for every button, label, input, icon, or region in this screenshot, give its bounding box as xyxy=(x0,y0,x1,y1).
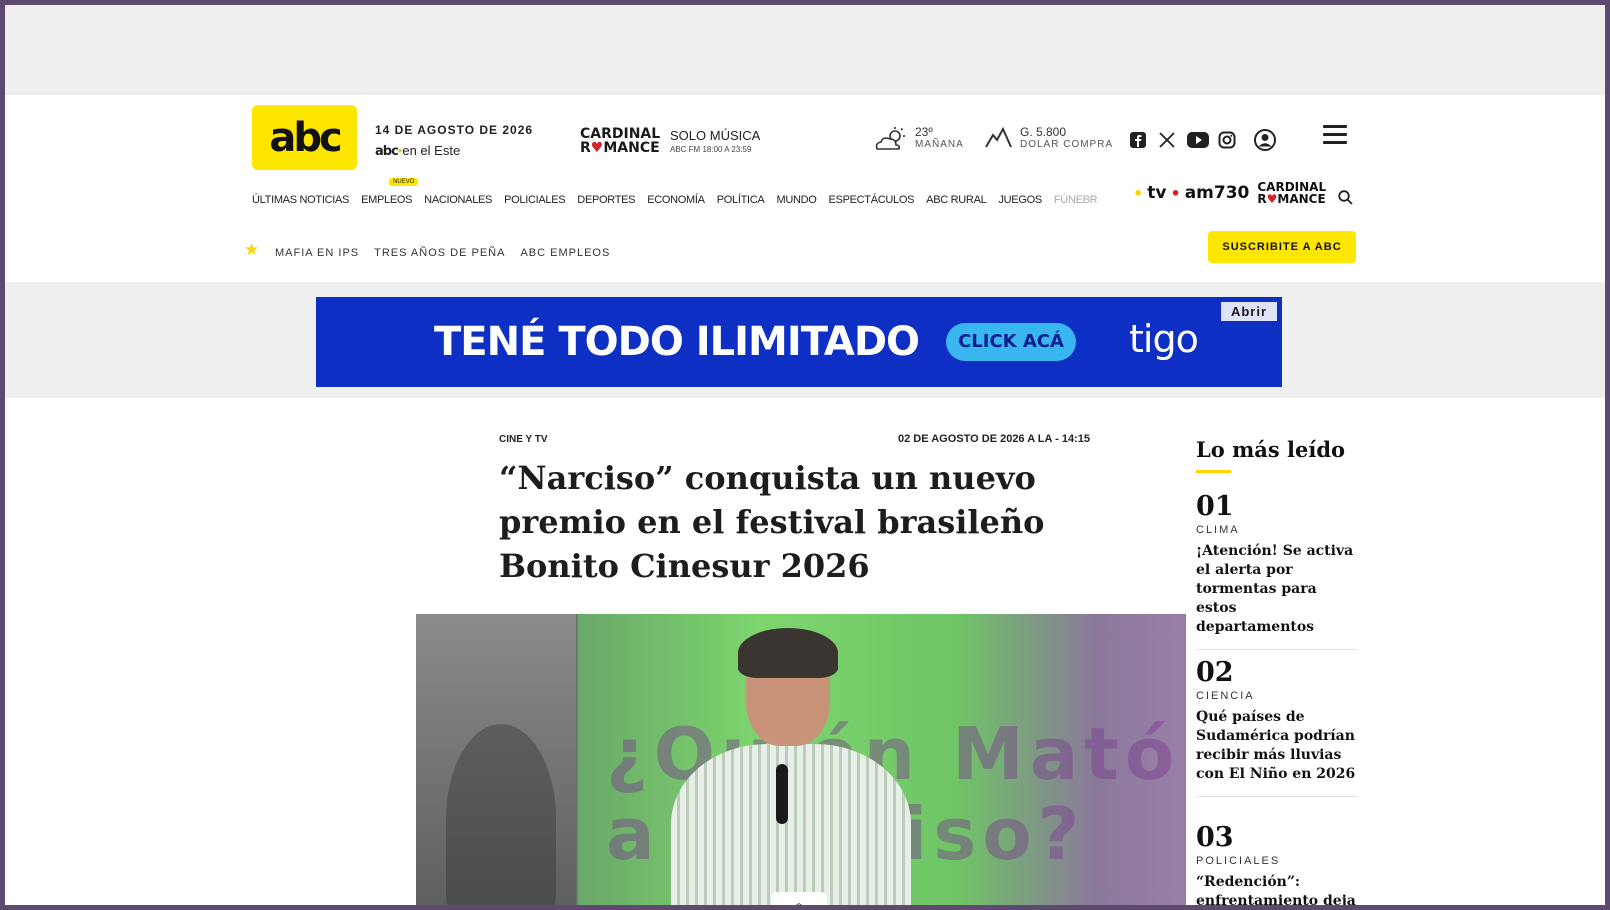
menu-icon[interactable] xyxy=(1323,125,1347,145)
most-read-underline xyxy=(1196,470,1231,473)
subscribe-button[interactable]: SUSCRIBITE A ABC xyxy=(1208,231,1356,263)
cardinal-line1: CARDINAL xyxy=(580,126,661,142)
main-nav: ÚLTIMAS NOTICIAS EMPLEOS NUEVO NACIONALES… xyxy=(252,178,1098,206)
photo-person-hair xyxy=(738,628,838,678)
dolar-value: G. 5.800 xyxy=(1020,125,1067,139)
nav-item-policiales[interactable]: POLICIALES xyxy=(504,194,566,206)
banner-open-button[interactable]: Abrir xyxy=(1220,302,1277,321)
photo-shadow-figure xyxy=(446,724,556,905)
nav-item-ultimas-noticias[interactable]: ÚLTIMAS NOTICIAS xyxy=(252,194,349,206)
abc-en-el-este-link[interactable]: abc•en el Este xyxy=(375,143,460,159)
nav-item-economia[interactable]: ECONOMÍA xyxy=(647,194,705,206)
nav-item-politica[interactable]: POLÍTICA xyxy=(717,194,765,206)
banner-cta-button[interactable]: CLICK ACÁ xyxy=(946,323,1076,361)
este-text: en el Este xyxy=(402,143,461,158)
nav-item-espectaculos[interactable]: ESPECTÁCULOS xyxy=(829,194,915,206)
nav-item-funebres[interactable]: FÚNEBR xyxy=(1054,194,1098,206)
most-read-title: Lo más leído xyxy=(1196,437,1346,462)
tigo-banner-ad[interactable]: TENÉ TODO ILIMITADO CLICK ACÁ tigo Abrir xyxy=(316,297,1282,387)
photo-person-shirt xyxy=(671,744,911,905)
nav-item-mundo[interactable]: MUNDO xyxy=(776,194,816,206)
cardinal-line2: R♥MANCE xyxy=(580,141,660,155)
heart-icon: ♥ xyxy=(590,140,604,156)
weather-widget[interactable]: 23º MAÑANA xyxy=(915,125,964,150)
nav-item-deportes[interactable]: DEPORTES xyxy=(577,194,635,206)
article-section[interactable]: CINE Y TV xyxy=(499,434,548,445)
cardinal-nav-mance: MANCE xyxy=(1277,192,1326,206)
trending-links: MAFIA EN IPS TRES AÑOS DE PEÑA ABC EMPLE… xyxy=(275,247,610,259)
article-date: 02 DE AGOSTO DE 2026 A LA - 14:15 xyxy=(898,433,1090,445)
solo-musica-label: SOLO MÚSICA xyxy=(670,128,761,143)
cardinal-nav-link[interactable]: CARDINAL R♥MANCE xyxy=(1257,181,1326,205)
abc-tv-link[interactable]: tv xyxy=(1147,183,1166,203)
instagram-icon[interactable] xyxy=(1216,129,1238,151)
brand-links: • tv • am730 CARDINAL R♥MANCE xyxy=(1133,181,1326,205)
rank-number: 03 xyxy=(1196,822,1234,853)
most-read-item[interactable]: 03 POLICIALES “Redención”: enfrentamient… xyxy=(1196,822,1358,906)
rank-number: 02 xyxy=(1196,657,1234,688)
most-read-item[interactable]: 02 CIENCIA Qué países de Sudamérica podr… xyxy=(1196,658,1358,797)
banner-headline: TENÉ TODO ILIMITADO xyxy=(434,319,920,365)
rank-category: CLIMA xyxy=(1196,524,1240,536)
dolar-widget[interactable]: G. 5.800 DOLAR COMPRA xyxy=(1020,125,1113,150)
rank-headline: ¡Atención! Se activa el alerta por torme… xyxy=(1196,543,1354,635)
chart-line-icon xyxy=(985,127,1012,148)
cardinal-romance-logo[interactable]: CARDINAL R♥MANCE xyxy=(580,127,660,155)
header-date: 14 DE AGOSTO DE 2026 xyxy=(375,123,534,137)
logo-text: abc xyxy=(269,114,342,161)
chevron-up-icon[interactable]: ︿ xyxy=(771,892,827,905)
weather-temp: 23º xyxy=(915,125,933,139)
solo-musica[interactable]: SOLO MÚSICA ABC FM 18:00 A 23:59 xyxy=(670,128,760,154)
abc-logo[interactable]: abc xyxy=(252,105,357,170)
facebook-icon[interactable] xyxy=(1127,129,1149,151)
nav-item-nacionales[interactable]: NACIONALES xyxy=(424,194,492,206)
most-read-item[interactable]: 01 CLIMA ¡Atención! Se activa el alerta … xyxy=(1196,492,1358,650)
youtube-icon[interactable] xyxy=(1187,129,1209,151)
microphone xyxy=(776,764,788,824)
nav-item-abc-rural[interactable]: ABC RURAL xyxy=(926,194,987,206)
dolar-label: DOLAR COMPRA xyxy=(1020,139,1114,150)
este-brand: abc xyxy=(375,144,399,159)
trending-item-mafia-en-ips[interactable]: MAFIA EN IPS xyxy=(275,247,359,259)
browser-viewport: abc 14 DE AGOSTO DE 2026 abc•en el Este … xyxy=(5,5,1605,905)
nav-empleos-label: EMPLEOS xyxy=(361,194,413,206)
solo-musica-schedule: ABC FM 18:00 A 23:59 xyxy=(670,145,752,154)
search-icon[interactable] xyxy=(1338,190,1353,205)
article-photo[interactable]: ¿Quién Mató a Narciso? ︿ xyxy=(416,614,1186,905)
rank-category: POLICIALES xyxy=(1196,855,1281,867)
user-icon[interactable] xyxy=(1254,129,1276,151)
star-icon: ★ xyxy=(244,240,260,259)
cardinal-r: R xyxy=(580,140,591,156)
am730-link[interactable]: am730 xyxy=(1185,183,1250,203)
trending-item-tres-anos-de-pena[interactable]: TRES AÑOS DE PEÑA xyxy=(374,247,505,259)
rank-headline: Qué países de Sudamérica podrían recibir… xyxy=(1196,709,1356,782)
rank-divider xyxy=(1196,649,1358,650)
tv-dot: • xyxy=(1133,183,1144,203)
article-title: “Narciso” conquista un nuevo premio en e… xyxy=(499,459,1045,585)
am-dot: • xyxy=(1170,183,1181,203)
trending-item-abc-empleos[interactable]: ABC EMPLEOS xyxy=(520,247,610,259)
x-icon[interactable] xyxy=(1156,129,1178,151)
nav-item-juegos[interactable]: JUEGOS xyxy=(998,194,1042,206)
tigo-logo: tigo xyxy=(1129,317,1199,361)
cardinal-nav-line2: R♥MANCE xyxy=(1257,192,1326,206)
nav-item-empleos[interactable]: EMPLEOS NUEVO xyxy=(361,178,419,206)
weather-label: MAÑANA xyxy=(915,139,964,150)
rank-number: 01 xyxy=(1196,491,1234,522)
rank-headline: “Redención”: enfrentamiento deja xyxy=(1196,874,1356,905)
rank-category: CIENCIA xyxy=(1196,690,1255,702)
cardinal-mance: MANCE xyxy=(603,140,660,156)
nuevo-badge: NUEVO xyxy=(389,178,419,186)
top-ad-slot xyxy=(5,5,1605,95)
sun-cloud-icon xyxy=(875,127,905,150)
rank-divider xyxy=(1196,796,1358,797)
